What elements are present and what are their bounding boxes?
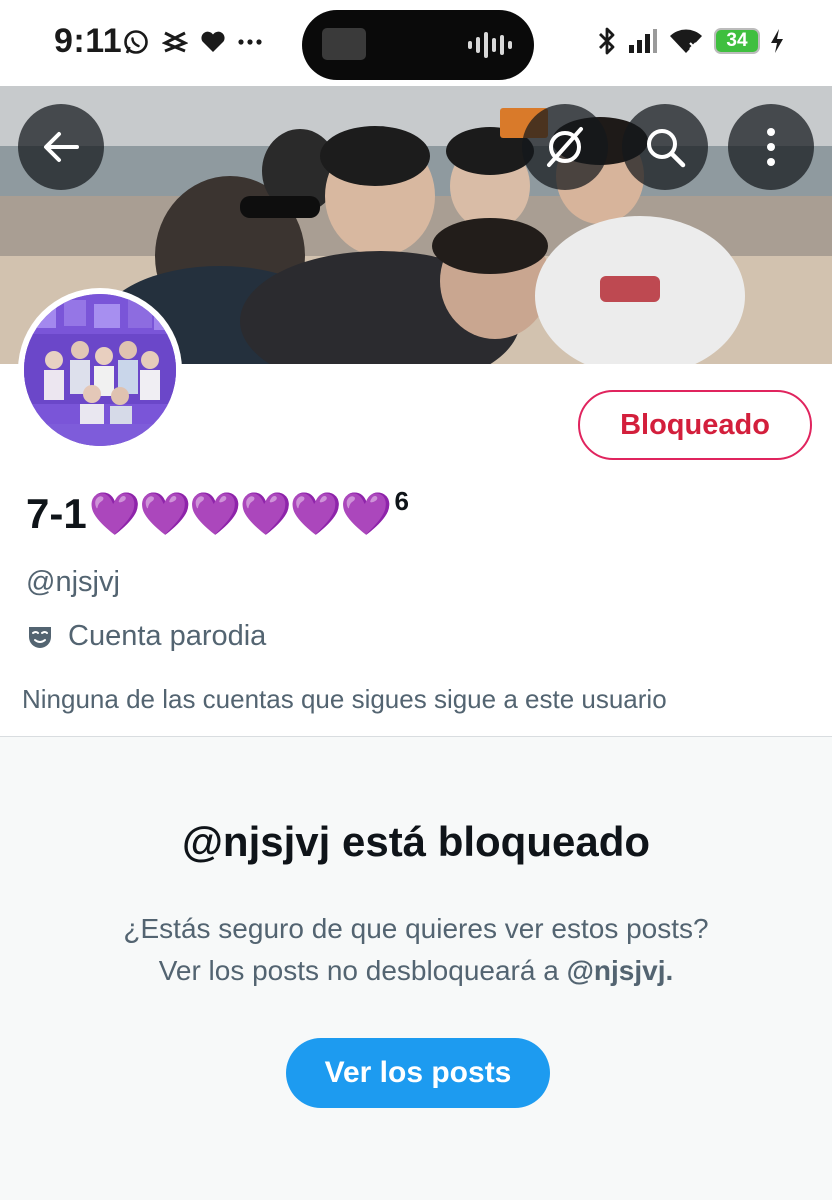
dynamic-island[interactable] [302, 10, 534, 80]
whatsapp-icon [124, 30, 148, 54]
search-icon [647, 129, 686, 168]
more-dots-icon [238, 39, 262, 45]
system-icons: 34 [596, 26, 784, 56]
blocked-description-line2-text: Ver los posts no desbloqueará a [158, 955, 559, 986]
back-button[interactable] [18, 104, 104, 190]
grok-button[interactable] [522, 104, 608, 190]
theater-mask-icon [29, 626, 51, 648]
profile-handle: @njsjvj [26, 566, 120, 598]
profile-avatar[interactable] [18, 288, 182, 452]
charging-icon [771, 29, 783, 53]
battery-icon: 34 [714, 28, 760, 54]
avatar-image [24, 294, 176, 446]
display-name: 7-1💜💜💜💜💜💜 6 [26, 486, 409, 539]
more-options-button[interactable] [728, 104, 814, 190]
audio-waveform-icon [468, 32, 512, 58]
followers-you-know-note: Ninguna de las cuentas que sigues sigue … [22, 684, 667, 714]
heart-icon [201, 31, 225, 52]
blocked-description-handle: @njsjvj. [566, 955, 674, 986]
album-art-thumbnail [322, 28, 366, 60]
blocked-description-line2: Ver los posts no desbloqueará a @njsjvj. [0, 950, 832, 992]
view-posts-button[interactable]: Ver los posts [286, 1038, 550, 1108]
blocked-button[interactable]: Bloqueado [578, 390, 812, 460]
status-time: 9:11 [54, 22, 123, 60]
status-bar: 9:11 34 [0, 0, 832, 86]
display-name-superscript: 6 [394, 486, 409, 516]
signal-icon [629, 29, 657, 53]
notification-icons [122, 28, 262, 56]
parody-account-label: Cuenta parodia [26, 620, 266, 653]
blocked-description-line1: ¿Estás seguro de que quieres ver estos p… [123, 913, 709, 944]
bluetooth-icon [599, 27, 615, 55]
blocked-description: ¿Estás seguro de que quieres ver estos p… [0, 908, 832, 992]
capcut-icon [162, 31, 188, 53]
arrow-left-icon [44, 132, 79, 162]
display-name-hearts: 💜💜💜💜💜💜 [88, 490, 393, 537]
more-vertical-icon [767, 128, 775, 166]
parody-label: Cuenta parodia [68, 620, 267, 652]
display-name-text: 7-1 [26, 490, 87, 537]
grok-icon [547, 127, 583, 167]
blocked-title: @njsjvj está bloqueado [181, 818, 651, 865]
search-button[interactable] [622, 104, 708, 190]
wifi-icon [670, 29, 702, 53]
